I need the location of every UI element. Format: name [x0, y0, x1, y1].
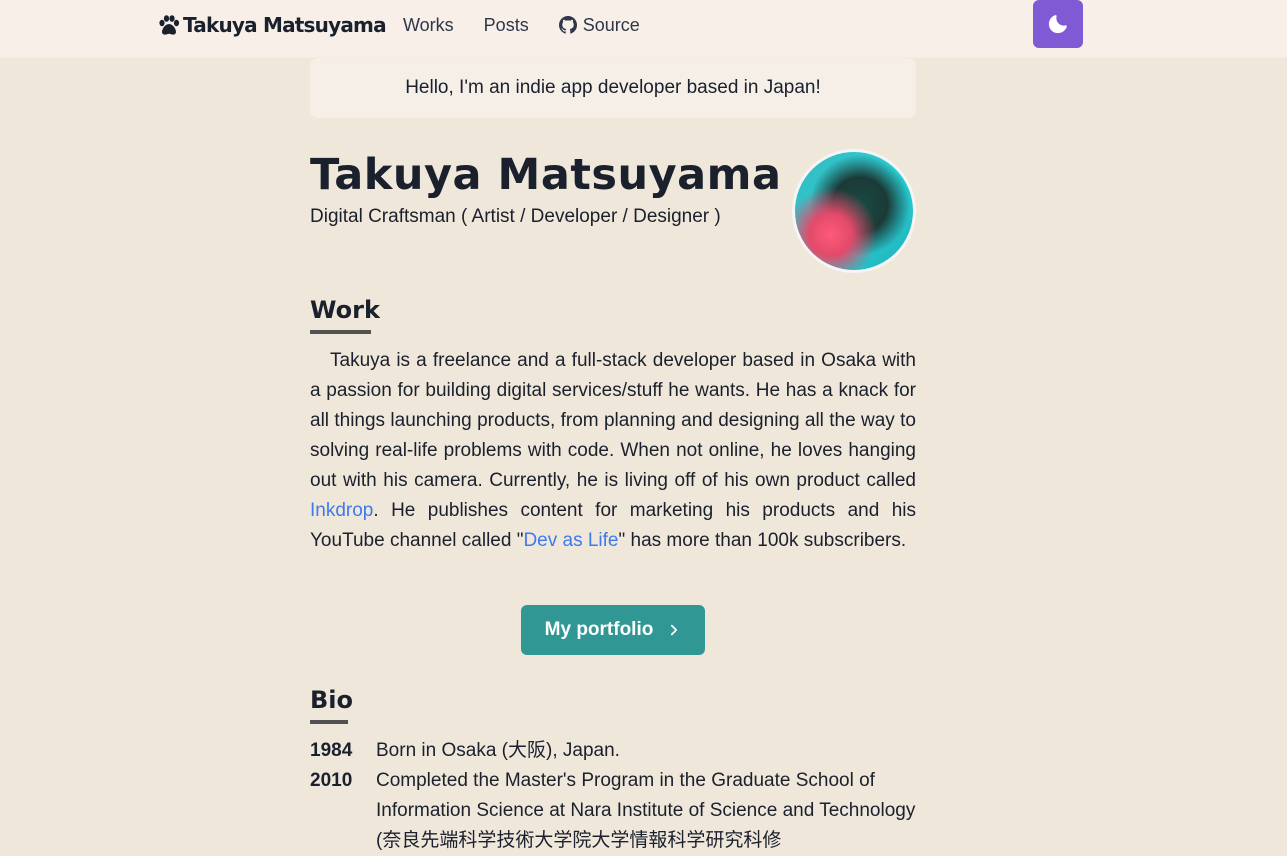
bio-text: Born in Osaka (大阪), Japan. [376, 740, 620, 761]
dev-as-life-link[interactable]: Dev as Life [523, 530, 618, 551]
bio-list: 1984 Born in Osaka (大阪), Japan. 2010 Com… [310, 736, 930, 856]
profile-subtitle: Digital Craftsman ( Artist / Developer /… [310, 206, 721, 227]
nav-link-source[interactable]: Source [558, 14, 640, 36]
github-icon [558, 16, 577, 34]
work-description: Takuya is a freelance and a full-stack d… [310, 346, 916, 556]
logo-text: Takuya Matsuyama [183, 13, 387, 37]
portfolio-button-label: My portfolio [544, 619, 654, 640]
theme-toggle-button[interactable] [1033, 0, 1083, 48]
bio-section-title: Bio [310, 686, 354, 714]
bio-text: Completed the Master's Program in the Gr… [376, 770, 916, 851]
work-text-part-1: Takuya is a freelance and a full-stack d… [310, 350, 916, 491]
page-title: Takuya Matsuyama [310, 150, 782, 200]
nav-links: Works Posts Source [403, 12, 640, 38]
bio-entry: 1984 Born in Osaka (大阪), Japan. [310, 736, 930, 766]
source-label: Source [582, 14, 640, 35]
moon-icon [1048, 15, 1067, 34]
bio-title-underline [310, 720, 348, 724]
my-portfolio-button[interactable]: My portfolio [521, 605, 705, 655]
nav-link-posts[interactable]: Posts [484, 15, 529, 36]
chevron-right-icon [671, 624, 678, 636]
bio-entry: 2010 Completed the Master's Program in t… [310, 766, 930, 856]
nav-link-works[interactable]: Works [403, 15, 454, 36]
avatar [792, 149, 916, 273]
inkdrop-link[interactable]: Inkdrop [310, 500, 373, 521]
work-text-part-3: " has more than 100k subscribers. [618, 530, 907, 551]
intro-banner: Hello, I'm an indie app developer based … [310, 58, 916, 118]
work-section-title: Work [310, 296, 380, 324]
work-title-underline [310, 330, 371, 334]
site-logo[interactable]: Takuya Matsuyama [157, 12, 387, 38]
bio-year: 2010 [310, 770, 353, 791]
navbar: Takuya Matsuyama Works Posts Source [0, 0, 1287, 58]
bio-year: 1984 [310, 740, 353, 761]
paw-icon [159, 15, 180, 35]
